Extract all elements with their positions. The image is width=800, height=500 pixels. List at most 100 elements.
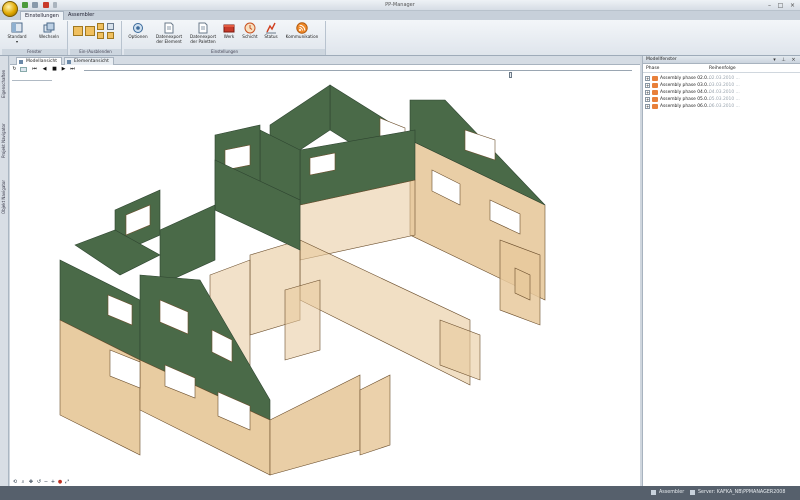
expand-icon[interactable]: + [645,90,650,95]
phase-row[interactable]: + Assembly phase 05.0... 05.03.2010 ... [643,96,800,103]
orbit-icon[interactable]: ⟲ [12,479,18,485]
phase-name: Assembly phase 03.0... [660,83,712,88]
phase-color-swatch [652,90,658,95]
ribbon: Standard ▾ Wechseln Fenster Ein-/Ausblen… [0,20,800,56]
rotate-icon[interactable]: ↺ [36,479,42,485]
roof-element[interactable] [159,204,216,286]
wall-panel[interactable] [284,279,321,361]
panel-toggle-icon[interactable] [85,26,95,36]
kommunikation-button[interactable]: Kommunikation [282,22,322,48]
side-tab-objekt-navigator[interactable]: Objekt Navigator [1,166,8,214]
skip-last-icon[interactable]: ⏭ [70,67,75,72]
side-tab-projekt-navigator[interactable]: Projekt Navigator [1,108,8,158]
standard-button[interactable]: Standard ▾ [6,22,28,48]
phase-row[interactable]: + Assembly phase 03.0... 03.03.2010 ... [643,82,800,89]
phase-date: 05.03.2010 ... [709,97,740,102]
document-tab-strip: Modellansicht Elementansicht [10,56,640,65]
group-label-ein-ausblenden: Ein-/Ausblenden [70,49,121,55]
phase-row[interactable]: + Assembly phase 02.0... 02.03.2010 ... [643,75,800,82]
server-icon [690,490,695,495]
window-title: PP-Manager [385,2,415,8]
document-export-icon [164,22,174,34]
phase-color-swatch [652,104,658,109]
maximize-button[interactable]: □ [776,2,785,9]
panel-toggle-icon[interactable] [107,32,114,39]
tab-einstellungen[interactable]: Einstellungen [20,11,64,20]
assembly-timeline-slider[interactable] [84,70,632,78]
loop-icon[interactable]: ↻ [12,67,17,72]
timeline-thumb[interactable] [509,72,512,78]
pin-icon[interactable]: ⊥ [781,57,786,63]
building-model-3d[interactable] [10,65,640,486]
play-icon[interactable]: ▶ [61,67,66,72]
zoom-in-icon[interactable]: + [50,479,56,485]
panel-menu-icon[interactable]: ▾ [772,57,777,63]
schicht-button[interactable]: Schicht [240,22,260,48]
expand-icon[interactable]: + [645,83,650,88]
tab-assembler[interactable]: Assembler [64,11,98,20]
optionen-button[interactable]: Optionen [126,22,150,48]
status-module: Assembler [659,490,685,495]
group-label-einstellungen: Einstellungen [124,49,325,55]
skip-first-icon[interactable]: ⏮ [32,67,37,72]
fit-view-icon[interactable]: ⤢ [64,479,70,485]
zoom-out-icon[interactable]: − [43,479,49,485]
status-chart-icon [266,22,276,34]
tab-modellansicht[interactable]: Modellansicht [16,57,63,65]
camera-icon[interactable] [20,67,27,72]
phase-date: 02.03.2010 ... [709,76,740,81]
close-button[interactable]: × [788,2,797,9]
tab-elementansicht[interactable]: Elementansicht [64,57,114,65]
phase-color-swatch [652,97,658,102]
model-viewer[interactable]: ↻ ⏮ ◀ ■ ▶ ⏭ ⟲ ⌕ ✥ ↺ − + ● ⤢ [10,65,640,486]
status-bar: Assembler Server: KAFKA_NB\PPMANAGER2008 [0,486,800,500]
expand-icon[interactable]: + [645,97,650,102]
minimize-button[interactable]: – [765,2,774,9]
step-back-icon[interactable]: ◀ [42,67,47,72]
wechseln-button[interactable]: Wechseln [38,22,60,48]
expand-icon[interactable]: + [645,76,650,81]
phase-date: 03.03.2010 ... [709,83,740,88]
status-button[interactable]: Status [262,22,280,48]
navigation-tools: ⟲ ⌕ ✥ ↺ − + ● ⤢ [10,478,640,486]
panel-close-icon[interactable]: × [791,57,796,63]
column-phase[interactable]: Phase [646,65,659,73]
wall-panel[interactable] [269,374,361,476]
model-window-panel: Modellfenster ▾ ⊥ × Phase Reihenfolge + A… [642,56,800,486]
module-icon [651,490,656,495]
stop-icon[interactable]: ■ [52,67,57,72]
ribbon-group-einstellungen: Optionen Datenexport der Element Datenex… [124,21,326,55]
side-tab-eigenschaften[interactable]: Eigenschaften [1,62,8,98]
panel-toggle-icon[interactable] [73,26,83,36]
select-icon[interactable]: ● [57,479,63,485]
export-element-button[interactable]: Datenexport der Element [154,22,184,48]
panel-toggle-icon[interactable] [97,23,104,30]
left-side-tabs: Eigenschaften Projekt Navigator Objekt N… [0,56,9,486]
phase-color-swatch [652,76,658,81]
column-reihenfolge[interactable]: Reihenfolge [709,65,736,73]
pan-icon[interactable]: ✥ [28,479,34,485]
phase-row[interactable]: + Assembly phase 06.0... 06.03.2010 ... [643,103,800,110]
viewer-toolbar: ↻ ⏮ ◀ ■ ▶ ⏭ [10,65,640,78]
element-view-icon [67,60,71,64]
wall-panel[interactable] [359,374,391,456]
title-bar: PP-Manager – □ × [0,0,800,17]
zoom-icon[interactable]: ⌕ [20,479,26,485]
switch-window-icon [43,22,55,33]
document-export-icon [198,22,208,34]
panel-toggle-icon[interactable] [97,32,104,39]
window-layout-icon [11,22,23,33]
phase-row[interactable]: + Assembly phase 04.0... 04.03.2010 ... [643,89,800,96]
phase-name: Assembly phase 05.0... [660,97,712,102]
model-view-icon [19,60,23,64]
expand-icon[interactable]: + [645,104,650,109]
application-menu-button[interactable] [2,1,18,17]
werk-button[interactable]: Werk [220,22,238,48]
speed-slider[interactable] [12,80,52,81]
export-paletten-button[interactable]: Datenexport der Paletten [188,22,218,48]
ribbon-group-ein-ausblenden: Ein-/Ausblenden [70,21,122,55]
group-label-fenster: Fenster [2,49,67,55]
phase-name: Assembly phase 02.0... [660,76,712,81]
panel-toggle-icon[interactable] [107,23,114,30]
ribbon-tab-strip: Einstellungen Assembler [0,11,800,20]
